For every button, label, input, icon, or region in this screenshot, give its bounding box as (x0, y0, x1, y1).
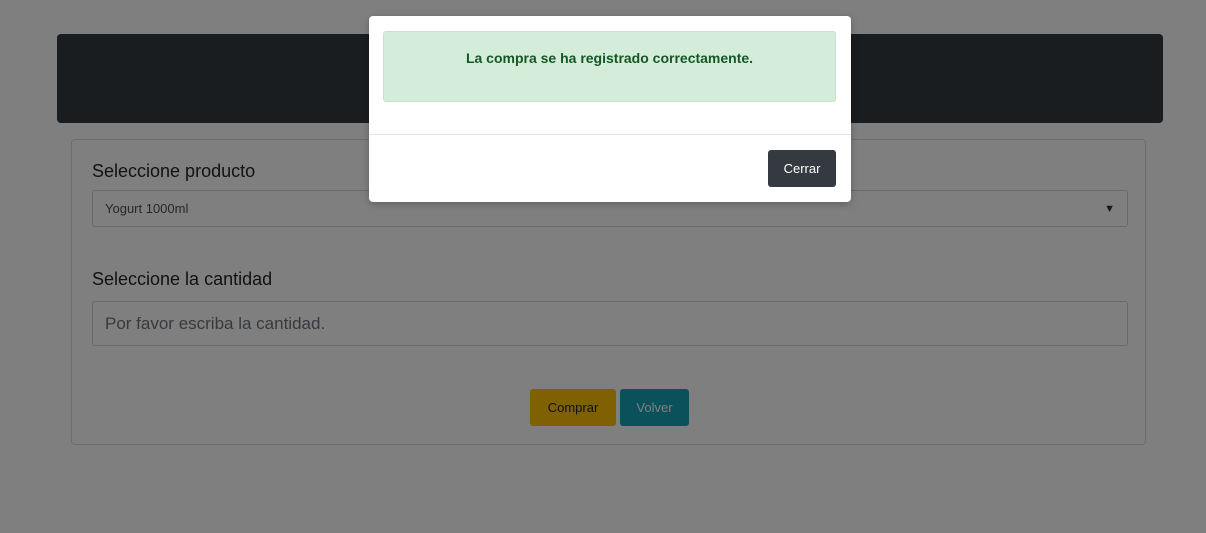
success-alert: La compra se ha registrado correctamente… (383, 31, 836, 102)
close-button[interactable]: Cerrar (768, 150, 836, 187)
success-modal: La compra se ha registrado correctamente… (369, 16, 851, 202)
modal-footer-divider (369, 134, 851, 135)
page: Seleccione producto Yogurt 1000ml ▼ Sele… (0, 0, 1206, 533)
